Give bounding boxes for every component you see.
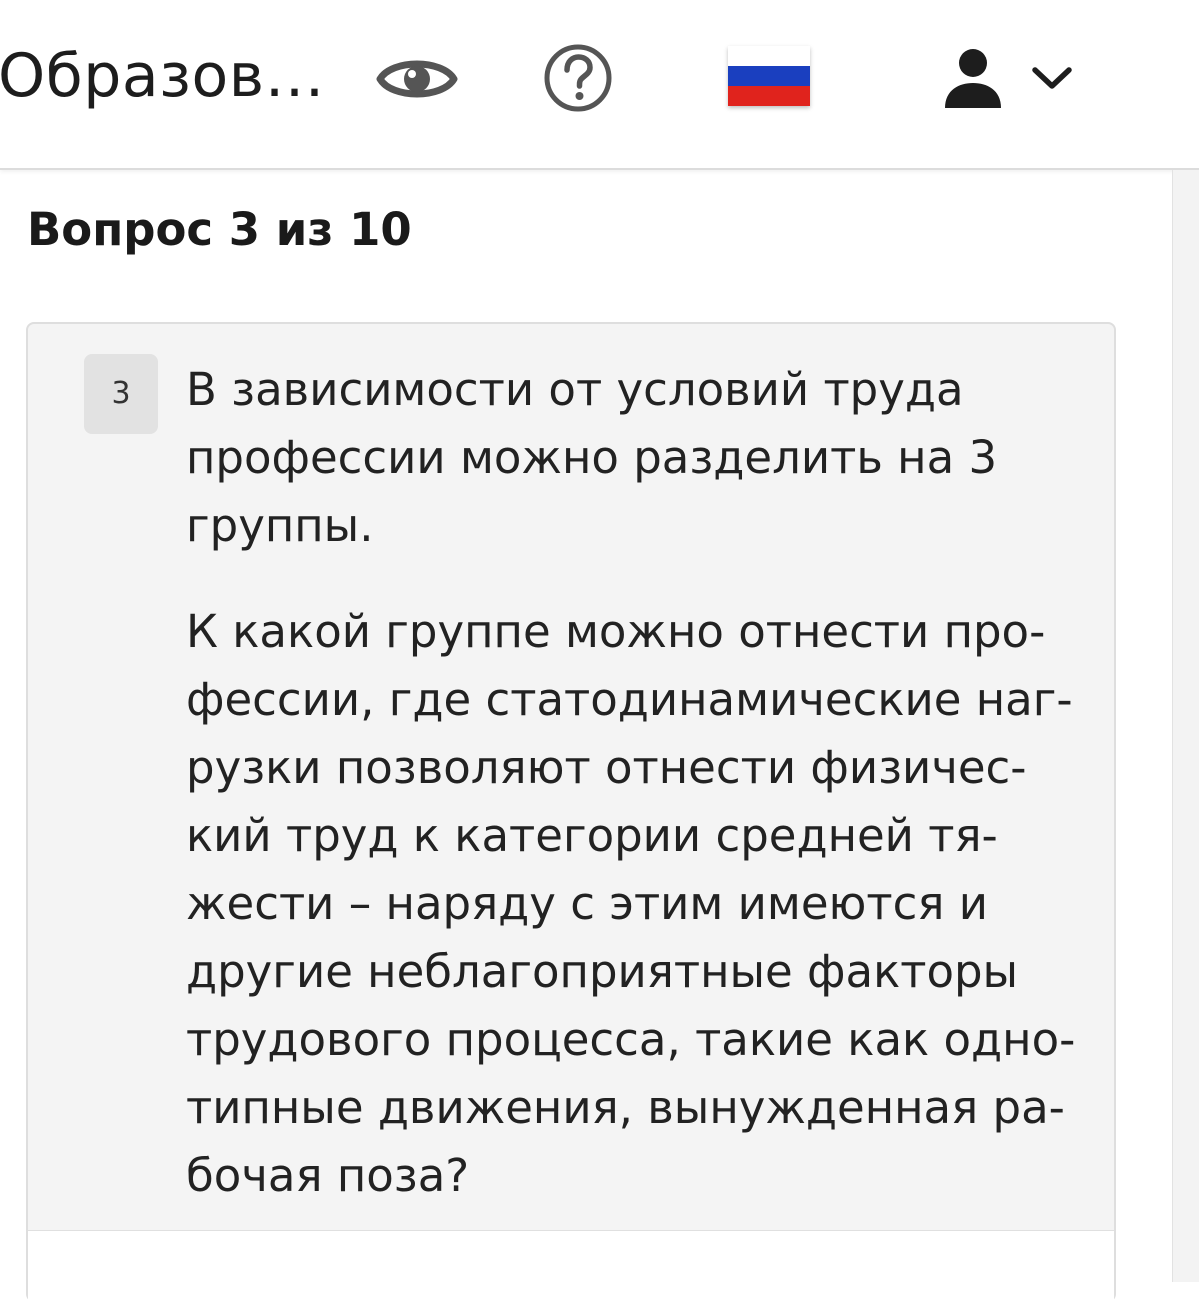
question-intro-line: В зависимости от условий труда	[186, 363, 964, 416]
question-intro: В зависимости от условий труда профессии…	[186, 356, 1096, 560]
question-body-line: К какой группе можно отнести про-	[186, 605, 1046, 658]
question-body-line: фессии, где статодинамические наг-	[186, 673, 1073, 726]
user-icon	[945, 49, 1001, 108]
user-menu-button[interactable]	[934, 44, 1084, 112]
question-body-line: трудового процесса, такие как одно-	[186, 1013, 1076, 1066]
help-button[interactable]	[540, 40, 616, 116]
question-card: 3 В зависимости от условий труда професс…	[26, 322, 1116, 1311]
question-progress: Вопрос 3 из 10	[27, 203, 412, 256]
flag-stripe-white	[728, 46, 810, 66]
question-intro-line: профессии можно разделить на 3	[186, 431, 998, 484]
eye-icon	[376, 60, 458, 98]
language-switcher[interactable]	[724, 40, 814, 112]
question-body-line: кий труд к категории средней тя-	[186, 809, 998, 862]
russia-flag-icon	[728, 46, 810, 106]
scrollbar[interactable]	[1172, 170, 1199, 1282]
flag-stripe-blue	[728, 66, 810, 86]
question-body-line: типные движения, вынужденная ра-	[186, 1081, 1065, 1134]
question-text: В зависимости от условий труда профессии…	[186, 356, 1096, 1210]
flag-stripe-red	[728, 86, 810, 106]
question-body-line: другие неблагоприятные факторы	[186, 945, 1019, 998]
help-circle-icon	[544, 44, 612, 112]
question-intro-line: группы.	[186, 499, 374, 552]
question-body-line: жести – наряду с этим имеются и	[186, 877, 989, 930]
question-body-line: рузки позволяют отнести физичес-	[186, 741, 1027, 794]
question-body-line: бочая поза?	[186, 1149, 470, 1202]
preview-button[interactable]	[374, 46, 460, 112]
question-body: К какой группе можно отнести про- фессии…	[186, 598, 1096, 1210]
chevron-down-icon	[1032, 67, 1072, 89]
question-number-badge: 3	[84, 354, 158, 434]
answer-area[interactable]	[28, 1230, 1114, 1311]
top-bar: Образов…	[0, 0, 1199, 170]
site-title[interactable]: Образов…	[0, 38, 325, 114]
